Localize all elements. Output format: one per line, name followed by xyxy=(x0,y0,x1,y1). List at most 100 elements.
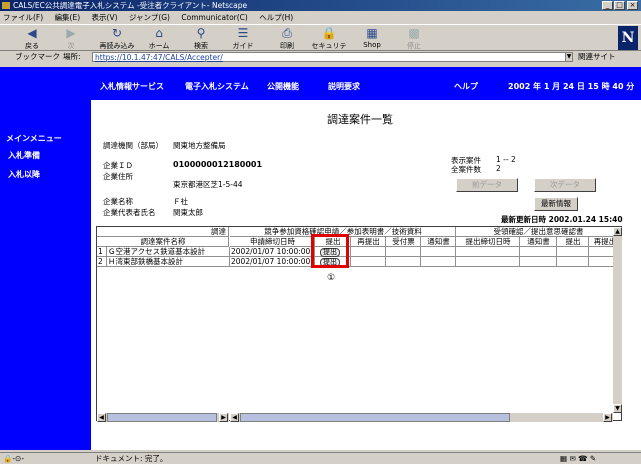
menu-file[interactable]: ファイル(F) xyxy=(3,13,43,22)
lock-icon: 🔒 xyxy=(321,26,337,40)
print-icon: ⎙ xyxy=(282,26,292,40)
search-button[interactable]: ⚲ 検索 xyxy=(184,26,218,52)
nav-main-menu[interactable]: メインメニュー xyxy=(6,133,62,144)
datetime: 2002 年 1 月 24 日 15 時 40 分 xyxy=(508,82,635,91)
forward-icon: ▶ xyxy=(66,26,76,40)
nav-bid-prep[interactable]: 入札準備 xyxy=(8,150,40,161)
org-value: 関東地方整備局 xyxy=(173,141,226,150)
right-hscroll-thumb[interactable] xyxy=(240,413,510,422)
row2-name[interactable]: Ｈ湾東部鉄橋基本設計 xyxy=(107,257,230,267)
name-value: Ｆ社 xyxy=(173,197,188,206)
scroll-right-icon[interactable]: ▶ xyxy=(603,413,612,422)
row2-submit-deadline xyxy=(456,257,520,267)
total-label: 全案件数 xyxy=(451,165,481,174)
reload-button[interactable]: ↻ 再読み込み xyxy=(95,26,139,52)
window-titlebar: CALS/EC公共調達電子入札システム -受注者クライアント- Netscape… xyxy=(0,0,641,11)
scroll-down-icon[interactable]: ▼ xyxy=(613,404,622,413)
close-button[interactable]: × xyxy=(627,1,638,10)
url-input[interactable]: https://10.1.47:47/CALS/Accepter/ xyxy=(92,52,572,62)
col-apply-deadline: 申請締切日時 xyxy=(230,237,315,247)
row1-submit2 xyxy=(557,247,589,257)
row2-receipt xyxy=(386,257,421,267)
menu-help[interactable]: ヘルプ(H) xyxy=(259,13,293,22)
location-label: 場所: xyxy=(63,52,81,61)
stop-button[interactable]: ▩ 停止 xyxy=(397,26,431,52)
minimize-button[interactable]: _ xyxy=(602,1,613,10)
reload-label: 再読み込み xyxy=(99,42,135,50)
highlight-box xyxy=(311,234,349,268)
menu-communicator[interactable]: Communicator(C) xyxy=(181,13,247,22)
last-updated: 最新更新日時 2002.01.24 15:40 xyxy=(501,215,623,224)
shop-icon: ▦ xyxy=(366,26,378,40)
marker-label: ① xyxy=(327,273,336,283)
next-data-button[interactable]: 次データ xyxy=(534,178,596,192)
rep-label: 企業代表者氏名 xyxy=(103,208,156,217)
section2-header: 受領確認／提出意思確認書 xyxy=(456,227,621,237)
addr-value: 東京都港区芝1-5-44 xyxy=(173,180,243,189)
left-header: 調達 xyxy=(97,227,229,237)
guide-label: ガイド xyxy=(232,42,254,50)
nav-bid-info[interactable]: 入札情報サービス xyxy=(100,81,164,92)
scroll-right-icon[interactable]: ▶ xyxy=(219,413,228,422)
row1-deadline: 2002/01/07 10:00:00 xyxy=(230,247,315,257)
stop-label: 停止 xyxy=(407,42,421,50)
back-button[interactable]: ◀ 戻る xyxy=(15,26,49,52)
nav-public[interactable]: 公開機能 xyxy=(267,81,299,92)
status-text: ドキュメント: 完了。 xyxy=(95,454,168,463)
shop-label: Shop xyxy=(363,41,381,49)
scroll-up-icon[interactable]: ▲ xyxy=(613,227,622,236)
rep-value: 関東太郎 xyxy=(173,208,203,217)
nav-e-bid[interactable]: 電子入札システム xyxy=(185,81,249,92)
guide-button[interactable]: ☰ ガイド xyxy=(226,26,260,52)
netscape-app-icon xyxy=(2,2,10,9)
right-hscrollbar[interactable]: ◀ ▶ xyxy=(230,413,613,422)
row2-notice xyxy=(421,257,456,267)
scroll-left-icon[interactable]: ◀ xyxy=(97,413,106,422)
row1-receipt xyxy=(386,247,421,257)
forward-label: 次 xyxy=(67,42,75,50)
col-receipt: 受付票 xyxy=(386,237,421,247)
nav-explanation[interactable]: 説明要求 xyxy=(328,81,360,92)
left-hscroll-thumb[interactable] xyxy=(107,413,217,422)
row1-name[interactable]: Ｇ空港アクセス鉄道基本設計 xyxy=(107,247,230,257)
menu-edit[interactable]: 編集(E) xyxy=(55,13,81,22)
row1-submit-deadline xyxy=(456,247,520,257)
row2-deadline: 2002/01/07 10:00:00 xyxy=(230,257,315,267)
col-resubmit: 再提出 xyxy=(351,237,386,247)
vscrollbar[interactable]: ▲ ▼ xyxy=(613,227,622,413)
nav-help[interactable]: ヘルプ xyxy=(454,81,478,92)
left-hscrollbar[interactable]: ◀ ▶ xyxy=(97,413,229,422)
display-value: 1 -- 2 xyxy=(496,155,516,164)
navigation-toolbar: ◀戻る ▶次 ↻再読み込み ⌂ホーム ⚲検索 ☰ガイド ⎙印刷 🔒セキュリティ … xyxy=(0,24,641,60)
security-status-icon: 🔒-⊙- xyxy=(3,454,25,463)
reload-icon: ↻ xyxy=(111,26,123,40)
scroll-left-icon[interactable]: ◀ xyxy=(230,413,239,422)
search-icon: ⚲ xyxy=(196,26,206,40)
left-nav: メインメニュー 入札準備 入札以降 xyxy=(0,67,91,450)
back-label: 戻る xyxy=(25,42,39,50)
prev-data-button[interactable]: 前データ xyxy=(456,178,518,192)
latest-info-button[interactable]: 最新情報 xyxy=(534,197,578,211)
row1-notice xyxy=(421,247,456,257)
menu-view[interactable]: 表示(V) xyxy=(92,13,118,22)
nav-after-bid[interactable]: 入札以降 xyxy=(8,169,40,180)
menu-go[interactable]: ジャンプ(G) xyxy=(129,13,170,22)
forward-button[interactable]: ▶ 次 xyxy=(54,26,88,52)
status-bar: 🔒-⊙- ドキュメント: 完了。 ▦ ✉ ☎ ✎ xyxy=(0,452,641,463)
home-button[interactable]: ⌂ ホーム xyxy=(142,26,176,52)
related-sites-button[interactable]: 関連サイト xyxy=(578,51,616,63)
url-dropdown-icon[interactable]: ▼ xyxy=(565,52,573,62)
search-label: 検索 xyxy=(194,42,208,50)
org-label: 調達機関（部局） xyxy=(103,141,163,150)
security-button[interactable]: 🔒セキュリティ xyxy=(309,26,349,60)
print-button[interactable]: ⎙ 印刷 xyxy=(270,26,304,52)
bookmarks-button[interactable]: ブックマーク xyxy=(15,51,60,63)
col-notice: 通知書 xyxy=(421,237,456,247)
case-grid: 調達 調達案件名称 競争参加資格確認申請／参加表明書／技術資料 受領確認／提出意… xyxy=(96,226,622,422)
shop-button[interactable]: ▦ Shop xyxy=(355,26,389,52)
component-bar-icon[interactable]: ▦ ✉ ☎ ✎ xyxy=(560,453,596,464)
maximize-button[interactable]: □ xyxy=(614,1,625,10)
row1-no: 1 xyxy=(97,247,107,257)
home-label: ホーム xyxy=(148,42,170,50)
row2-submit2 xyxy=(557,257,589,267)
